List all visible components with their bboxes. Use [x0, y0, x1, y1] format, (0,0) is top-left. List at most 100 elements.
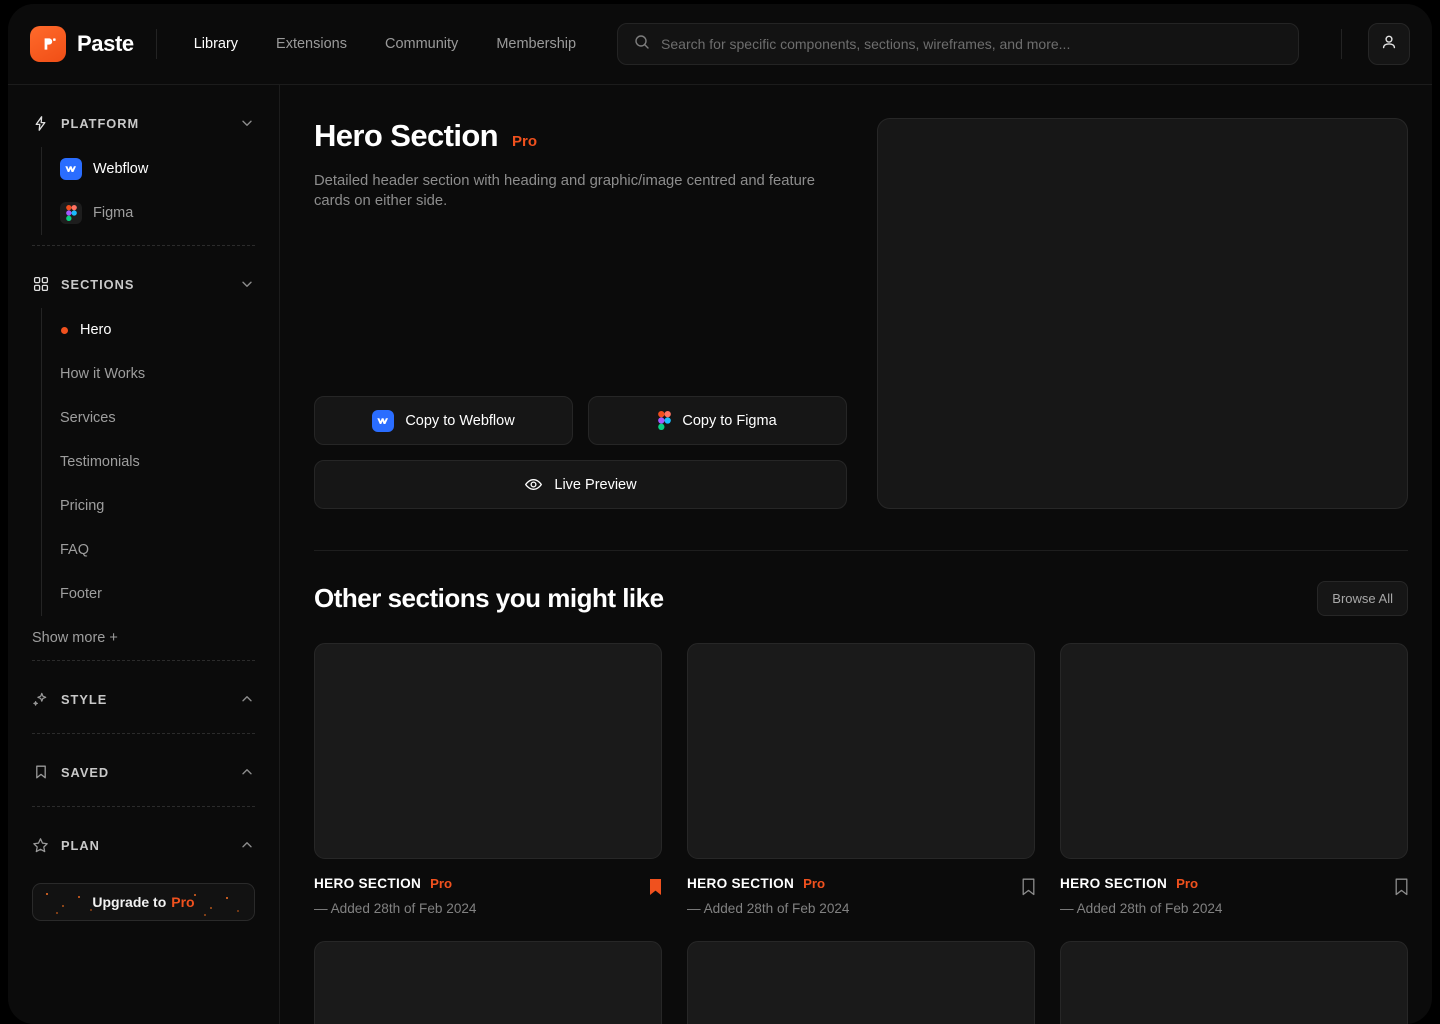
action-buttons: Copy to Webflow Copy to Figma — [314, 396, 847, 445]
bookmark-filled-icon[interactable] — [649, 876, 662, 901]
card-meta: HERO SECTION Pro — Added 28th of Feb 202… — [1060, 876, 1408, 916]
card-pro-badge: Pro — [1176, 876, 1199, 891]
sidebar-group-platform[interactable]: PLATFORM — [32, 99, 255, 147]
card-pro-badge: Pro — [803, 876, 826, 891]
sidebar-group-sections[interactable]: SECTIONS — [32, 260, 255, 308]
card-pro-badge: Pro — [430, 876, 453, 891]
bookmark-outline-icon[interactable] — [1022, 876, 1035, 901]
sidebar-item-pricing[interactable]: Pricing — [42, 484, 255, 528]
sidebar: PLATFORM Webflow Figma SECTIONS Hero How… — [8, 85, 280, 1024]
sidebar-item-faq[interactable]: FAQ — [42, 528, 255, 572]
sidebar-item-hero[interactable]: Hero — [42, 308, 255, 352]
star-icon — [32, 837, 49, 854]
card-thumbnail[interactable] — [687, 941, 1035, 1024]
sidebar-group-style[interactable]: STYLE — [32, 675, 255, 723]
sidebar-item-figma-label: Figma — [93, 205, 134, 221]
sparkle-icon — [32, 691, 49, 708]
primary-nav: Library Extensions Community Membership — [181, 28, 589, 60]
detail-title-row: Hero Section Pro — [314, 118, 847, 154]
sidebar-divider-3 — [32, 733, 255, 734]
figma-icon — [60, 202, 82, 224]
card-date: — Added 28th of Feb 2024 — [1060, 901, 1223, 916]
brand[interactable]: Paste — [30, 26, 156, 62]
card-thumbnail[interactable] — [687, 643, 1035, 859]
chevron-up-icon[interactable] — [239, 837, 255, 853]
search-input[interactable] — [661, 36, 1283, 52]
sidebar-group-plan-label: PLAN — [61, 837, 100, 853]
section-card[interactable] — [687, 941, 1035, 1024]
page-description: Detailed header section with heading and… — [314, 173, 815, 209]
copy-to-webflow-button[interactable]: Copy to Webflow — [314, 396, 573, 445]
card-meta: HERO SECTION Pro — Added 28th of Feb 202… — [314, 876, 662, 916]
card-thumbnail[interactable] — [314, 643, 662, 859]
pro-badge: Pro — [512, 133, 538, 150]
section-card[interactable]: HERO SECTION Pro — Added 28th of Feb 202… — [1060, 643, 1408, 916]
other-sections-header: Other sections you might like Browse All — [314, 581, 1408, 616]
chevron-up-icon[interactable] — [239, 764, 255, 780]
card-meta-text: HERO SECTION Pro — Added 28th of Feb 202… — [314, 876, 649, 916]
body: PLATFORM Webflow Figma SECTIONS Hero How… — [8, 85, 1432, 1024]
sidebar-divider-1 — [32, 245, 255, 246]
sidebar-item-testimonials-label: Testimonials — [60, 454, 140, 470]
section-card[interactable]: HERO SECTION Pro — Added 28th of Feb 202… — [687, 643, 1035, 916]
chevron-up-icon[interactable] — [239, 691, 255, 707]
sidebar-item-webflow-label: Webflow — [93, 161, 149, 177]
bookmark-outline-icon[interactable] — [1395, 876, 1408, 901]
card-meta-text: HERO SECTION Pro — Added 28th of Feb 202… — [1060, 876, 1395, 916]
live-preview-button[interactable]: Live Preview — [314, 460, 847, 509]
sidebar-item-figma[interactable]: Figma — [42, 191, 255, 235]
header-divider-right — [1341, 29, 1342, 59]
card-title: HERO SECTION — [687, 876, 795, 891]
card-date: — Added 28th of Feb 2024 — [687, 901, 850, 916]
detail-info: Hero Section Pro Detailed header section… — [314, 118, 847, 509]
copy-to-figma-button[interactable]: Copy to Figma — [588, 396, 847, 445]
eye-icon — [524, 475, 543, 494]
chevron-down-icon[interactable] — [239, 276, 255, 292]
chevron-down-icon[interactable] — [239, 115, 255, 131]
sidebar-divider-4 — [32, 806, 255, 807]
nav-item-extensions[interactable]: Extensions — [263, 28, 360, 60]
live-preview-label: Live Preview — [554, 476, 637, 493]
bookmark-icon — [32, 764, 49, 781]
section-card[interactable] — [1060, 941, 1408, 1024]
card-thumbnail[interactable] — [1060, 643, 1408, 859]
sidebar-item-webflow[interactable]: Webflow — [42, 147, 255, 191]
section-divider — [314, 550, 1408, 551]
other-sections-title: Other sections you might like — [314, 583, 664, 613]
sidebar-group-sections-label: SECTIONS — [61, 276, 135, 292]
nav-item-membership[interactable]: Membership — [483, 28, 589, 60]
other-sections-grid: HERO SECTION Pro — Added 28th of Feb 202… — [314, 643, 1408, 1024]
account-button[interactable] — [1368, 23, 1410, 65]
app-header: Paste Library Extensions Community Membe… — [8, 4, 1432, 85]
search-box[interactable] — [617, 23, 1300, 65]
section-card[interactable] — [314, 941, 662, 1024]
nav-item-community[interactable]: Community — [372, 28, 471, 60]
search-area — [589, 23, 1327, 65]
sidebar-group-saved[interactable]: SAVED — [32, 748, 255, 796]
nav-item-library[interactable]: Library — [181, 28, 251, 60]
card-thumbnail[interactable] — [1060, 941, 1408, 1024]
sidebar-item-footer[interactable]: Footer — [42, 572, 255, 616]
figma-icon — [658, 411, 672, 430]
sidebar-item-services[interactable]: Services — [42, 396, 255, 440]
show-more-button[interactable]: Show more + — [32, 616, 255, 650]
sidebar-item-pricing-label: Pricing — [60, 498, 105, 514]
card-meta-text: HERO SECTION Pro — Added 28th of Feb 202… — [687, 876, 1022, 916]
sidebar-item-how-it-works[interactable]: How it Works — [42, 352, 255, 396]
card-thumbnail[interactable] — [314, 941, 662, 1024]
paste-logo-icon — [30, 26, 66, 62]
card-name-row: HERO SECTION Pro — [687, 876, 1022, 891]
component-preview-panel[interactable] — [877, 118, 1408, 509]
card-title: HERO SECTION — [314, 876, 422, 891]
upgrade-button-label: Upgrade to — [92, 894, 167, 910]
upgrade-button[interactable]: Upgrade to Pro — [32, 883, 255, 921]
sidebar-group-plan[interactable]: PLAN — [32, 821, 255, 869]
copy-to-figma-label: Copy to Figma — [682, 412, 777, 429]
sidebar-item-testimonials[interactable]: Testimonials — [42, 440, 255, 484]
main-content: Hero Section Pro Detailed header section… — [280, 85, 1432, 1024]
sidebar-sections-items: Hero How it Works Services Testimonials … — [41, 308, 255, 616]
section-card[interactable]: HERO SECTION Pro — Added 28th of Feb 202… — [314, 643, 662, 916]
sidebar-item-footer-label: Footer — [60, 586, 102, 602]
browse-all-button[interactable]: Browse All — [1317, 581, 1408, 616]
